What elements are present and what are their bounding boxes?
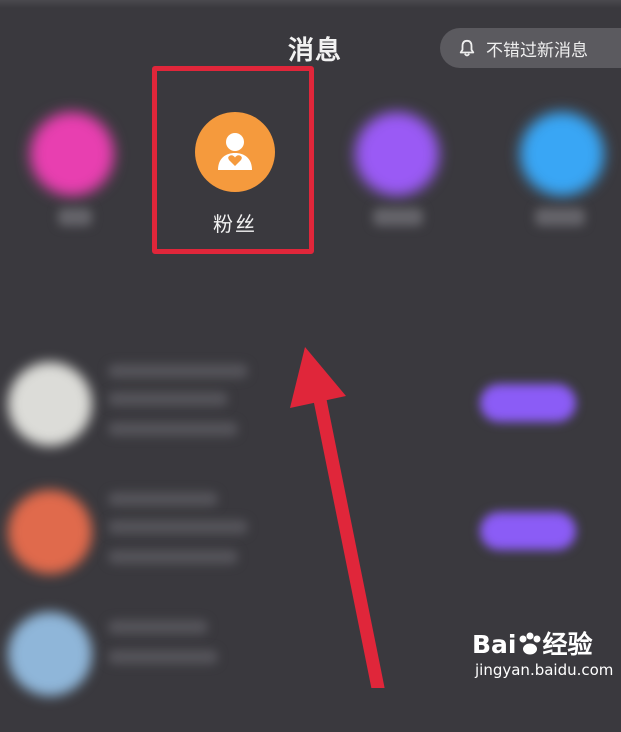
baidu-jingyan-watermark: Bai 经验 jingyan.baidu.com bbox=[472, 625, 621, 688]
watermark-url: jingyan.baidu.com bbox=[475, 661, 614, 679]
red-arrow-icon bbox=[290, 347, 385, 688]
paw-icon bbox=[519, 632, 540, 655]
watermark-logo: Bai 经验 bbox=[472, 630, 593, 659]
